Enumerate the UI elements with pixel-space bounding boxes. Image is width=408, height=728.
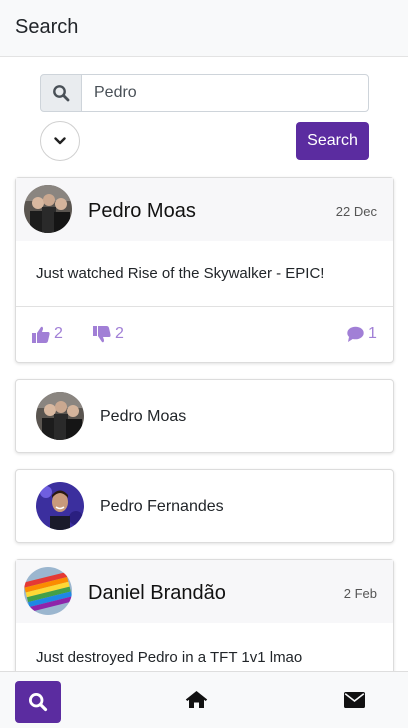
post-header: Daniel Brandão 2 Feb: [16, 560, 393, 623]
post-text: Just destroyed Pedro in a TFT 1v1 lmao: [36, 649, 303, 666]
avatar[interactable]: [24, 185, 72, 233]
search-icon: [28, 692, 48, 712]
comment-icon: [347, 326, 364, 342]
chevron-down-icon: [54, 137, 66, 145]
expand-filters-button[interactable]: [40, 121, 80, 161]
dislike-button[interactable]: 2: [93, 325, 124, 343]
user-result-card[interactable]: Pedro Fernandes: [15, 469, 394, 543]
comment-button[interactable]: 1: [347, 325, 377, 343]
user-name: Pedro Moas: [100, 408, 187, 425]
search-button[interactable]: Search: [296, 122, 369, 160]
nav-messages-button[interactable]: [344, 692, 365, 713]
nav-search-button[interactable]: [15, 681, 61, 723]
post-date: 22 Dec: [335, 204, 377, 219]
post-author[interactable]: Pedro Moas: [88, 200, 196, 223]
nav-home-button[interactable]: [185, 690, 208, 714]
post-actions: 2 2 1: [16, 306, 393, 363]
user-result-card[interactable]: Pedro Moas: [15, 379, 394, 453]
search-icon: [40, 74, 82, 112]
search-input-group: [40, 74, 369, 112]
search-input[interactable]: [81, 74, 369, 112]
thumbs-down-icon: [93, 325, 111, 342]
page-title: Search: [15, 16, 79, 38]
envelope-icon: [344, 692, 365, 708]
avatar: [36, 482, 84, 530]
top-bar: Search: [0, 0, 408, 57]
post-header: Pedro Moas 22 Dec: [16, 178, 393, 241]
thumbs-up-icon: [32, 326, 50, 343]
user-name: Pedro Fernandes: [100, 498, 224, 515]
avatar[interactable]: [24, 567, 72, 615]
post-date: 2 Feb: [343, 586, 377, 601]
bottom-nav: [0, 671, 408, 728]
like-button[interactable]: 2: [32, 325, 63, 343]
post-text: Just watched Rise of the Skywalker - EPI…: [36, 265, 325, 282]
post-author[interactable]: Daniel Brandão: [88, 582, 226, 605]
avatar: [36, 392, 84, 440]
post-card: Pedro Moas 22 Dec Just watched Rise of t…: [15, 177, 394, 363]
like-count: 2: [54, 325, 63, 342]
home-icon: [185, 691, 208, 708]
comment-count: 1: [368, 325, 377, 342]
dislike-count: 2: [115, 325, 124, 342]
